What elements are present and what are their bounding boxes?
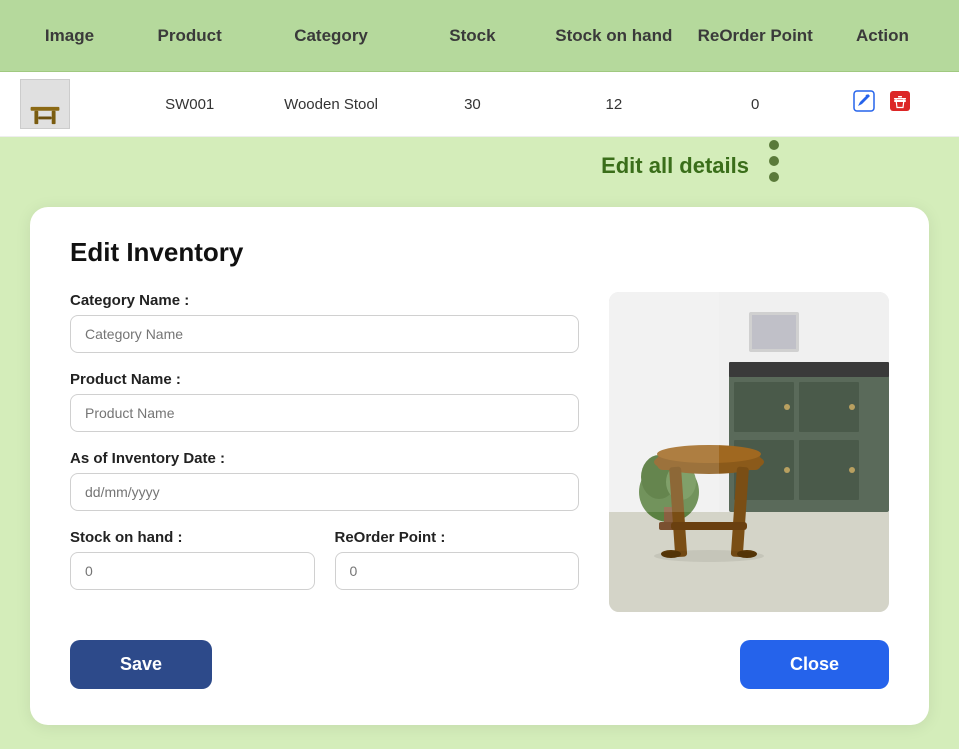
product-thumbnail — [20, 79, 70, 129]
dot-3 — [769, 172, 779, 182]
card-title: Edit Inventory — [70, 237, 889, 268]
date-input[interactable] — [70, 473, 579, 511]
category-input[interactable] — [70, 315, 579, 353]
col-stock-on-hand: 12 — [543, 96, 684, 113]
delete-button[interactable] — [887, 88, 913, 120]
reorder-group: ReOrder Point : — [335, 529, 580, 590]
product-image-svg — [609, 292, 889, 612]
stock-input[interactable] — [70, 552, 315, 590]
tooltip-label: Edit all details — [601, 153, 749, 179]
dot-1 — [769, 140, 779, 150]
edit-inventory-card: Edit Inventory Category Name : Product N… — [30, 207, 929, 725]
table-row: SW001 Wooden Stool 30 12 0 — [0, 72, 959, 137]
product-input[interactable] — [70, 394, 579, 432]
reorder-input[interactable] — [335, 552, 580, 590]
date-label: As of Inventory Date : — [70, 450, 579, 467]
edit-button[interactable] — [851, 88, 877, 120]
stock-row: Stock on hand : ReOrder Point : — [70, 529, 579, 608]
form-and-image: Category Name : Product Name : As of Inv… — [70, 292, 889, 612]
save-button[interactable]: Save — [70, 640, 212, 689]
image-section — [609, 292, 889, 612]
main-content: Edit Inventory Category Name : Product N… — [0, 191, 959, 749]
table-header: Image Product Category Stock Stock on ha… — [0, 0, 959, 72]
stock-group: Stock on hand : — [70, 529, 315, 590]
col-image — [20, 79, 119, 129]
tooltip-dots — [769, 137, 779, 185]
col-reorder-point: 0 — [685, 96, 826, 113]
close-button[interactable]: Close — [740, 640, 889, 689]
reorder-label: ReOrder Point : — [335, 529, 580, 546]
col-stock: 30 — [402, 96, 543, 113]
product-image-box — [609, 292, 889, 612]
col-header-product: Product — [119, 26, 260, 46]
form-section: Category Name : Product Name : As of Inv… — [70, 292, 579, 612]
col-action-buttons — [826, 88, 939, 120]
product-label: Product Name : — [70, 371, 579, 388]
buttons-row: Save Close — [70, 640, 889, 689]
col-category: Wooden Stool — [260, 96, 401, 113]
category-label: Category Name : — [70, 292, 579, 309]
col-header-stock: Stock — [402, 26, 543, 46]
product-group: Product Name : — [70, 371, 579, 432]
col-header-reorder: ReOrder Point — [685, 26, 826, 46]
col-product-code: SW001 — [119, 96, 260, 113]
tooltip-area: Edit all details — [0, 137, 959, 191]
stock-label: Stock on hand : — [70, 529, 315, 546]
dot-2 — [769, 156, 779, 166]
col-header-action: Action — [826, 26, 939, 46]
col-header-category: Category — [260, 26, 401, 46]
category-group: Category Name : — [70, 292, 579, 353]
col-header-stock-on-hand: Stock on hand — [543, 26, 684, 46]
date-group: As of Inventory Date : — [70, 450, 579, 511]
col-header-image: Image — [20, 26, 119, 46]
